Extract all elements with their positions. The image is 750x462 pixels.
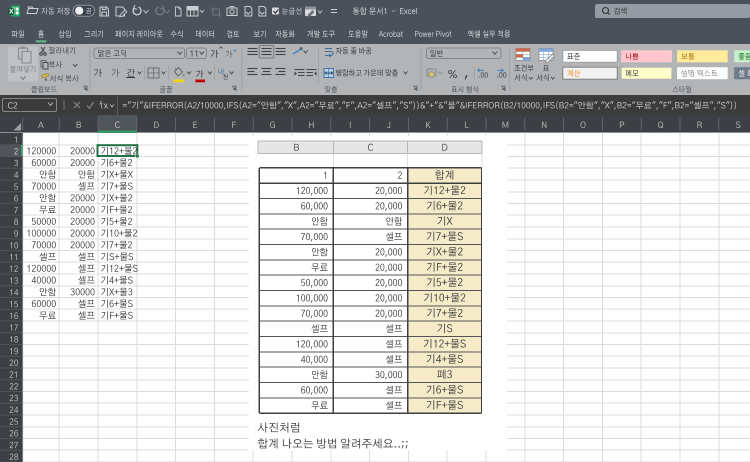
svg-text:X: X — [9, 9, 14, 16]
